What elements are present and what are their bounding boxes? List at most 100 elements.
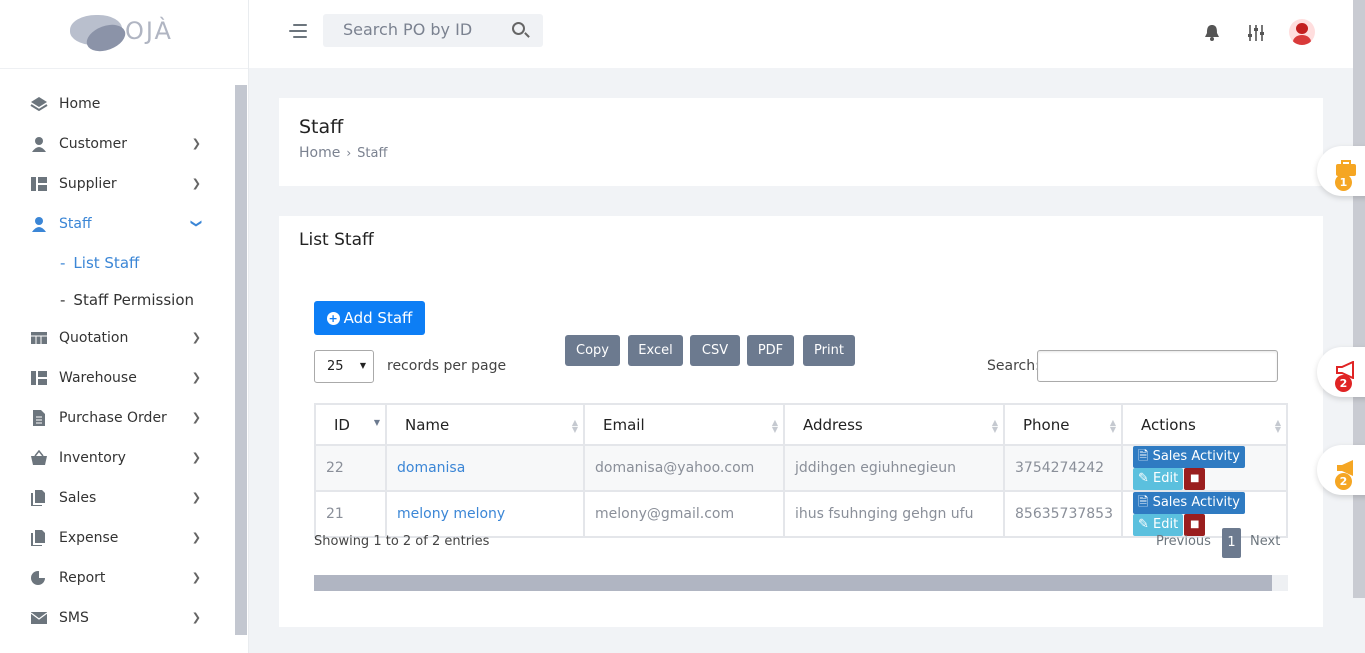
records-per-page-label: records per page <box>387 358 507 374</box>
chevron-right-icon: ❯ <box>191 411 201 424</box>
sidebar-menu: Home Customer ❯ Supplier ❯ Staff ❯ - List… <box>0 84 235 638</box>
page-length-value: 25 <box>327 359 344 374</box>
column-header-name[interactable]: Name ▲ ▼ <box>385 403 585 446</box>
pagination-previous[interactable]: Previous <box>1156 534 1211 549</box>
page-length-select[interactable]: 25 ▼ <box>314 350 374 383</box>
cell-actions: 🗎 Sales Activity✎ Edit ■ <box>1121 444 1288 492</box>
menu-toggle-icon[interactable] <box>289 24 307 40</box>
floating-briefcase-button[interactable]: 1 <box>1317 146 1365 196</box>
floating-announcement-button-2[interactable]: 2 <box>1317 445 1365 495</box>
table-horizontal-scrollbar[interactable] <box>314 575 1288 591</box>
sidebar-item-label: Inventory <box>59 450 126 466</box>
sidebar-item-label: Supplier <box>59 176 117 192</box>
plus-circle-icon: + <box>326 311 340 325</box>
table-row: 21 melony melony melony@gmail.com ihus f… <box>314 490 1288 538</box>
column-header-id[interactable]: ID ▼ <box>314 403 387 446</box>
print-button[interactable]: Print <box>803 335 855 366</box>
sidebar-item-supplier[interactable]: Supplier ❯ <box>0 164 235 204</box>
sidebar-item-customer[interactable]: Customer ❯ <box>0 124 235 164</box>
logo-text: OJÀ <box>125 17 173 45</box>
chevron-right-icon: ❯ <box>191 331 201 344</box>
sidebar-item-label: Quotation <box>59 330 129 346</box>
sidebar-item-label: Report <box>59 570 106 586</box>
layers-icon <box>30 96 48 112</box>
envelope-icon <box>30 610 48 626</box>
sidebar-scrollbar[interactable] <box>235 85 247 635</box>
sidebar-item-sms[interactable]: SMS ❯ <box>0 598 235 638</box>
column-header-email[interactable]: Email ▲ ▼ <box>583 403 785 446</box>
scrollbar-thumb[interactable] <box>314 575 1272 591</box>
sidebar-item-warehouse[interactable]: Warehouse ❯ <box>0 358 235 398</box>
pdf-button[interactable]: PDF <box>747 335 794 366</box>
page-scrollbar[interactable] <box>1353 0 1365 598</box>
trash-icon: ■ <box>1190 473 1200 484</box>
column-header-address[interactable]: Address ▲ ▼ <box>783 403 1005 446</box>
po-search-input[interactable]: Search PO by ID <box>323 14 543 47</box>
search-icon[interactable] <box>512 22 525 35</box>
cell-email: domanisa@yahoo.com <box>583 444 785 492</box>
pagination-page[interactable]: 1 <box>1222 528 1241 558</box>
table-search-input[interactable] <box>1037 350 1278 382</box>
edit-button[interactable]: ✎ Edit <box>1133 468 1184 490</box>
notification-badge: 2 <box>1335 473 1352 490</box>
column-label: Actions <box>1141 415 1196 434</box>
user-icon <box>30 216 48 232</box>
csv-button[interactable]: CSV <box>690 335 740 366</box>
sales-activity-button[interactable]: 🗎 Sales Activity <box>1133 446 1245 468</box>
column-header-actions[interactable]: Actions ▲ ▼ <box>1121 403 1288 446</box>
sidebar-item-report[interactable]: Report ❯ <box>0 558 235 598</box>
delete-button[interactable]: ■ <box>1184 468 1206 490</box>
dash-marker: - <box>60 290 66 309</box>
sales-activity-button[interactable]: 🗎 Sales Activity <box>1133 492 1245 514</box>
sidebar-subitem-staff-permission[interactable]: - Staff Permission <box>0 281 235 318</box>
sidebar-item-label: Expense <box>59 530 119 546</box>
columns-icon <box>30 370 48 386</box>
cell-name-link[interactable]: melony melony <box>385 490 585 538</box>
sidebar-subitem-label: Staff Permission <box>73 290 195 309</box>
files-icon <box>30 530 48 547</box>
breadcrumb: Home › Staff <box>299 145 387 161</box>
sidebar-item-quotation[interactable]: Quotation ❯ <box>0 318 235 358</box>
copy-button[interactable]: Copy <box>565 335 620 366</box>
add-staff-label: Add Staff <box>343 309 413 327</box>
edit-label: Edit <box>1153 517 1179 532</box>
cell-id: 21 <box>314 490 387 538</box>
sidebar-subitem-list-staff[interactable]: - List Staff <box>0 244 235 281</box>
settings-sliders-icon[interactable] <box>1247 24 1265 46</box>
page-header-card: Staff Home › Staff <box>279 98 1323 186</box>
sidebar-item-inventory[interactable]: Inventory ❯ <box>0 438 235 478</box>
add-staff-button[interactable]: + Add Staff <box>314 301 425 335</box>
excel-button[interactable]: Excel <box>628 335 683 366</box>
pagination-next[interactable]: Next <box>1250 534 1280 549</box>
chevron-right-icon: ❯ <box>191 611 201 624</box>
cell-phone: 85635737853 <box>1003 490 1123 538</box>
bell-icon[interactable] <box>1204 24 1220 46</box>
delete-button[interactable]: ■ <box>1184 514 1206 536</box>
sort-desc-icon: ▼ <box>373 418 380 427</box>
notification-badge: 1 <box>1335 174 1352 191</box>
cell-address: jddihgen egiuhnegieun <box>783 444 1005 492</box>
basket-icon <box>30 449 48 466</box>
cell-address: ihus fsuhnging gehgn ufu <box>783 490 1005 538</box>
column-header-phone[interactable]: Phone ▲ ▼ <box>1003 403 1123 446</box>
sidebar-item-label: Warehouse <box>59 370 137 386</box>
sidebar-item-home[interactable]: Home <box>0 84 235 124</box>
breadcrumb-home[interactable]: Home <box>299 145 340 161</box>
edit-icon: ✎ <box>1138 517 1149 532</box>
sidebar-item-purchase-order[interactable]: Purchase Order ❯ <box>0 398 235 438</box>
sidebar-item-expense[interactable]: Expense ❯ <box>0 518 235 558</box>
cell-name-link[interactable]: domanisa <box>385 444 585 492</box>
trash-icon: ■ <box>1190 519 1200 530</box>
page-title: Staff <box>299 116 344 138</box>
file-icon: 🗎 <box>1138 495 1149 510</box>
user-icon <box>30 136 48 152</box>
brand-logo[interactable]: OJÀ <box>0 0 248 69</box>
topbar: Search PO by ID <box>249 0 1353 68</box>
sidebar-item-staff[interactable]: Staff ❯ <box>0 204 235 244</box>
sidebar-item-sales[interactable]: Sales ❯ <box>0 478 235 518</box>
floating-announcement-button[interactable]: 2 <box>1317 347 1365 397</box>
document-icon <box>30 410 48 426</box>
chevron-down-icon: ❯ <box>189 218 203 229</box>
avatar[interactable] <box>1289 19 1315 45</box>
edit-button[interactable]: ✎ Edit <box>1133 514 1184 536</box>
